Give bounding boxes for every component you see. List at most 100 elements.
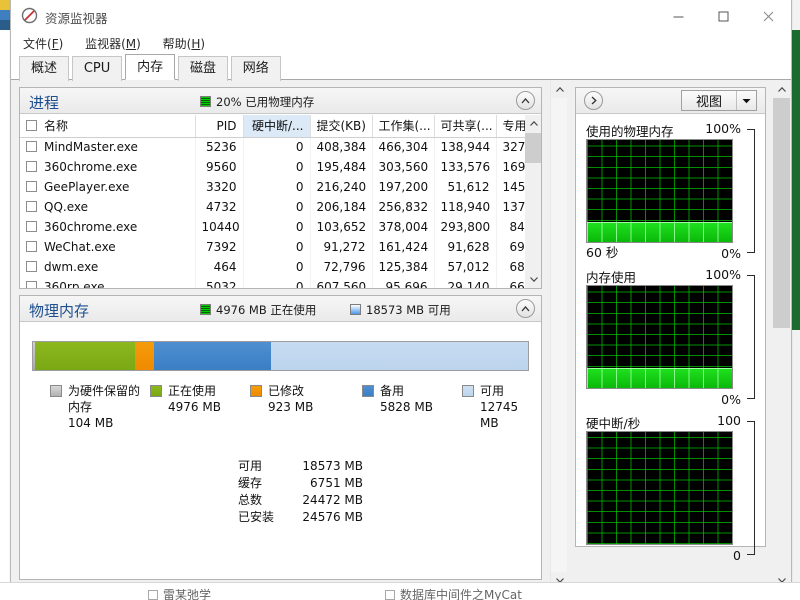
process-pid: 9560 bbox=[195, 157, 244, 177]
row-checkbox[interactable] bbox=[26, 241, 37, 252]
process-name: QQ.exe bbox=[20, 197, 196, 217]
maximize-button[interactable] bbox=[701, 0, 746, 32]
memory-stat-key: 缓存 bbox=[238, 476, 263, 490]
row-checkbox[interactable] bbox=[26, 161, 37, 172]
menu-help[interactable]: 帮助(H) bbox=[163, 32, 215, 54]
table-row[interactable]: 360rp.exe 50320607,56095,69629,14066,556 bbox=[20, 277, 525, 288]
tab-disk[interactable]: 磁盘 bbox=[177, 56, 228, 81]
column-header-workingset[interactable]: 工作集(... bbox=[372, 115, 435, 138]
processes-scroll-down-icon[interactable] bbox=[525, 271, 542, 288]
tab-network[interactable]: 网络 bbox=[230, 56, 281, 81]
minimize-button[interactable] bbox=[656, 0, 701, 32]
table-row[interactable]: 360chrome.exe 10440 0 103,652 378,004 293,800… bbox=[20, 217, 525, 237]
process-name: 360chrome.exe bbox=[20, 217, 196, 237]
graph-label: 使用的物理内存 bbox=[586, 124, 674, 139]
processes-table: 名称 PID 硬中断/... 提交(KB) 工作集(... 可共享(... 专用… bbox=[20, 115, 525, 288]
process-pid: 464 bbox=[195, 257, 244, 277]
process-private: 327,360 bbox=[496, 137, 525, 157]
processes-panel: 进程 20% 已用物理内存 名称 PID 硬中断/... 提交(KB) 工作集(… bbox=[19, 87, 542, 289]
graph-label: 内存使用 bbox=[586, 270, 637, 285]
graph-min-label: 0% bbox=[721, 246, 741, 261]
process-private: 69,796 bbox=[496, 237, 525, 257]
legend-label: 正在使用 bbox=[168, 384, 217, 398]
tab-overview[interactable]: 概述 bbox=[19, 56, 70, 81]
column-header-name[interactable]: 名称 bbox=[20, 115, 196, 138]
table-row[interactable]: 360chrome.exe 9560 0 195,484 303,560 133,576 1… bbox=[20, 157, 525, 177]
process-hard-faults: 0 bbox=[243, 237, 311, 257]
menu-monitor[interactable]: 监视器(M) bbox=[85, 32, 151, 54]
process-hard-faults: 0 bbox=[243, 157, 311, 177]
process-working-set: 197,200 bbox=[372, 177, 435, 197]
process-name: 360chrome.exe bbox=[20, 157, 196, 177]
tab-memory[interactable]: 内存 bbox=[125, 54, 176, 80]
column-header-commit[interactable]: 提交(KB) bbox=[310, 115, 373, 138]
column-header-hard-faults[interactable]: 硬中断/... bbox=[243, 115, 311, 138]
background-window-bottom: 雷某弛学 数据库中间件之MyCat bbox=[0, 582, 800, 600]
table-row[interactable]: dwm.exe 464072,796125,38457,01268,372 bbox=[20, 257, 525, 277]
column-header-pid[interactable]: PID bbox=[195, 115, 244, 138]
physical-memory-body: 为硬件保留的 内存 104 MB 正在使用 4976 MB 已修改 923 MB 备用 5828… bbox=[20, 323, 541, 579]
process-hard-faults: 0 bbox=[243, 217, 311, 237]
table-row[interactable]: WeChat.exe 7392091,272161,42491,62869,796 bbox=[20, 237, 525, 257]
left-scroll-track[interactable] bbox=[551, 98, 567, 572]
memory-stat-row: 可用 18573 MB bbox=[238, 458, 363, 475]
processes-table-scrollbar[interactable] bbox=[525, 115, 541, 288]
processes-panel-header[interactable]: 进程 20% 已用物理内存 bbox=[20, 88, 541, 114]
process-shareable: 138,944 bbox=[434, 137, 497, 157]
window-body: 进程 20% 已用物理内存 名称 PID 硬中断/... 提交(KB) 工作集(… bbox=[11, 81, 791, 589]
processes-collapse-button[interactable] bbox=[516, 91, 535, 110]
right-scroll-up-icon[interactable] bbox=[773, 81, 790, 98]
table-row[interactable]: QQ.exe 47320206,184256,832118,940137,892 bbox=[20, 197, 525, 217]
row-checkbox[interactable] bbox=[26, 221, 37, 232]
graph-max-label: 100% bbox=[705, 267, 741, 282]
left-scroll-up-icon[interactable] bbox=[551, 81, 567, 98]
graphs-expand-button[interactable] bbox=[584, 91, 603, 110]
menu-file[interactable]: 文件(F) bbox=[23, 32, 73, 54]
graph-max-label: 100% bbox=[705, 121, 741, 136]
row-checkbox[interactable] bbox=[26, 261, 37, 272]
right-scroll-thumb[interactable] bbox=[773, 98, 790, 328]
left-column-scrollbar[interactable] bbox=[550, 81, 567, 589]
legend-label: 已修改 bbox=[268, 384, 305, 398]
background-list-item: 数据库中间件之MyCat bbox=[385, 586, 522, 600]
background-window-row: 雷某弛学 数据库中间件之MyCat bbox=[0, 584, 800, 600]
chevron-down-icon[interactable] bbox=[736, 91, 756, 110]
process-hard-faults: 0 bbox=[243, 277, 311, 288]
table-row[interactable]: GeePlayer.exe 3320 0 216,240 197,200 51,612 14… bbox=[20, 177, 525, 197]
table-row[interactable]: MindMaster.exe 5236 0 408,384 466,304 138,944… bbox=[20, 137, 525, 157]
memory-stat-value: 24576 MB bbox=[302, 510, 363, 524]
physical-memory-collapse-button[interactable] bbox=[516, 299, 535, 318]
graph-fill-grid bbox=[587, 368, 732, 388]
process-name-label: 360chrome.exe bbox=[44, 220, 138, 234]
process-private: 137,892 bbox=[496, 197, 525, 217]
process-shareable: 91,628 bbox=[434, 237, 497, 257]
process-name-label: WeChat.exe bbox=[44, 240, 116, 254]
legend-value: 4976 MB bbox=[168, 400, 221, 414]
row-checkbox[interactable] bbox=[26, 201, 37, 212]
menu-bar: 文件(F) 监视器(M) 帮助(H) bbox=[11, 32, 791, 54]
process-working-set: 125,384 bbox=[372, 257, 435, 277]
tab-cpu[interactable]: CPU bbox=[71, 56, 123, 81]
close-button[interactable] bbox=[746, 0, 791, 32]
processes-table-header-row: 名称 PID 硬中断/... 提交(KB) 工作集(... 可共享(... 专用… bbox=[20, 115, 525, 138]
select-all-checkbox[interactable] bbox=[26, 120, 37, 132]
process-shareable: 51,612 bbox=[434, 177, 497, 197]
processes-scroll-up-icon[interactable] bbox=[525, 115, 542, 132]
background-list-item: 雷某弛学 bbox=[148, 586, 211, 600]
row-checkbox[interactable] bbox=[26, 281, 37, 288]
column-header-private[interactable]: 专用(KB) bbox=[496, 115, 525, 138]
row-checkbox[interactable] bbox=[26, 141, 37, 153]
row-checkbox[interactable] bbox=[26, 181, 37, 192]
physical-memory-panel-header[interactable]: 物理内存 4976 MB 正在使用 18573 MB 可用 bbox=[20, 296, 541, 322]
process-pid: 5032 bbox=[195, 277, 244, 288]
processes-scroll-thumb[interactable] bbox=[525, 133, 541, 163]
graphs-container: 使用的物理内存 100% 0% 60 秒内存使用 100% 0% 硬中断/秒 100 0 bbox=[576, 115, 765, 563]
process-name: WeChat.exe bbox=[20, 237, 196, 257]
background-left-strip bbox=[0, 0, 10, 600]
view-dropdown[interactable]: 视图 bbox=[680, 90, 757, 111]
view-dropdown-label: 视图 bbox=[695, 95, 722, 110]
graph-min-label: 0 bbox=[733, 548, 741, 563]
legend-value: 5828 MB bbox=[380, 400, 433, 414]
column-header-shareable[interactable]: 可共享(... bbox=[434, 115, 497, 138]
right-column-scrollbar[interactable] bbox=[773, 81, 790, 589]
